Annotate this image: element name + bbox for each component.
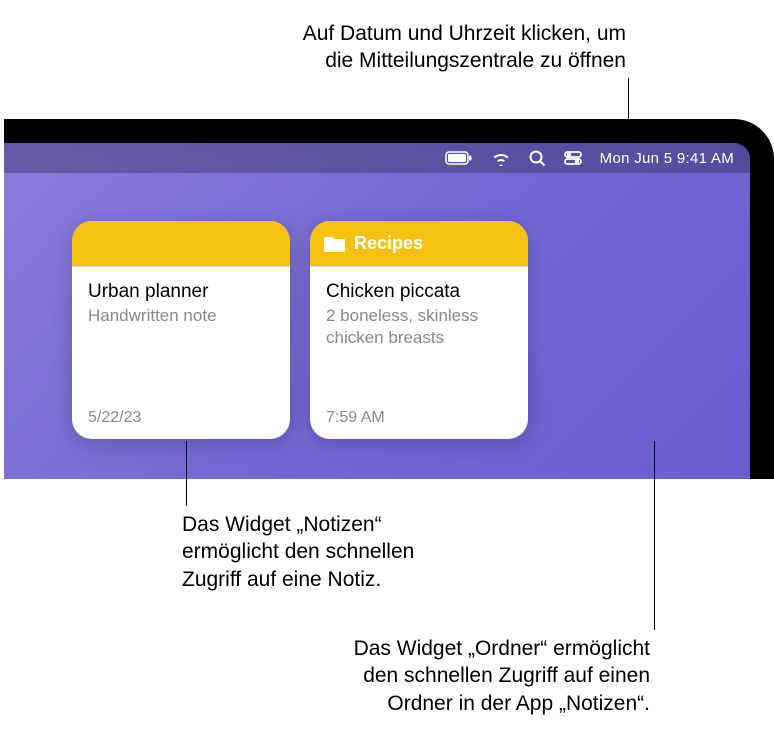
- callout-leader-line: [654, 441, 655, 630]
- menubar-datetime[interactable]: Mon Jun 5 9:41 AM: [600, 150, 734, 167]
- callout-folder-widget: Das Widget „Ordner“ ermöglicht den schne…: [240, 635, 650, 717]
- callout-text: ermöglicht den schnellen: [182, 538, 414, 565]
- callout-text: Das Widget „Ordner“ ermöglicht: [240, 635, 650, 662]
- menubar: Mon Jun 5 9:41 AM: [4, 143, 750, 173]
- widget-header: Recipes: [310, 221, 528, 266]
- note-title: Urban planner: [88, 281, 274, 303]
- callout-text: die Mitteilungszentrale zu öffnen: [303, 47, 626, 74]
- note-time: 7:59 AM: [326, 409, 512, 427]
- wifi-icon[interactable]: [491, 148, 511, 168]
- callout-text: Zugriff auf eine Notiz.: [182, 566, 414, 593]
- widget-header: [72, 221, 290, 266]
- note-date: 5/22/23: [88, 409, 274, 427]
- widgets-container: Urban planner Handwritten note 5/22/23 R…: [72, 221, 528, 439]
- device-frame: Mon Jun 5 9:41 AM Urban planner Handwrit…: [0, 119, 774, 479]
- notes-widget[interactable]: Urban planner Handwritten note 5/22/23: [72, 221, 290, 439]
- note-subtitle: Handwritten note: [88, 305, 274, 327]
- control-center-icon[interactable]: [564, 148, 582, 168]
- search-icon[interactable]: [529, 148, 546, 168]
- folder-icon: [324, 235, 346, 253]
- callout-text: den schnellen Zugriff auf einen: [240, 662, 650, 689]
- note-title: Chicken piccata: [326, 281, 512, 303]
- folder-widget[interactable]: Recipes Chicken piccata 2 boneless, skin…: [310, 221, 528, 439]
- note-subtitle: 2 boneless, skinless chicken breasts: [326, 305, 512, 349]
- callout-leader-line: [186, 441, 187, 506]
- callout-text: Ordner in der App „Notizen“.: [240, 690, 650, 717]
- folder-name: Recipes: [354, 233, 423, 254]
- battery-icon[interactable]: [445, 148, 473, 168]
- callout-notification-center: Auf Datum und Uhrzeit klicken, um die Mi…: [303, 20, 626, 75]
- callout-text: Auf Datum und Uhrzeit klicken, um: [303, 20, 626, 47]
- widget-body: Chicken piccata 2 boneless, skinless chi…: [310, 267, 528, 439]
- device-bezel: Mon Jun 5 9:41 AM Urban planner Handwrit…: [4, 119, 774, 479]
- desktop-screen: Mon Jun 5 9:41 AM Urban planner Handwrit…: [4, 143, 750, 479]
- widget-body: Urban planner Handwritten note 5/22/23: [72, 267, 290, 439]
- callout-notes-widget: Das Widget „Notizen“ ermöglicht den schn…: [182, 511, 414, 593]
- callout-text: Das Widget „Notizen“: [182, 511, 414, 538]
